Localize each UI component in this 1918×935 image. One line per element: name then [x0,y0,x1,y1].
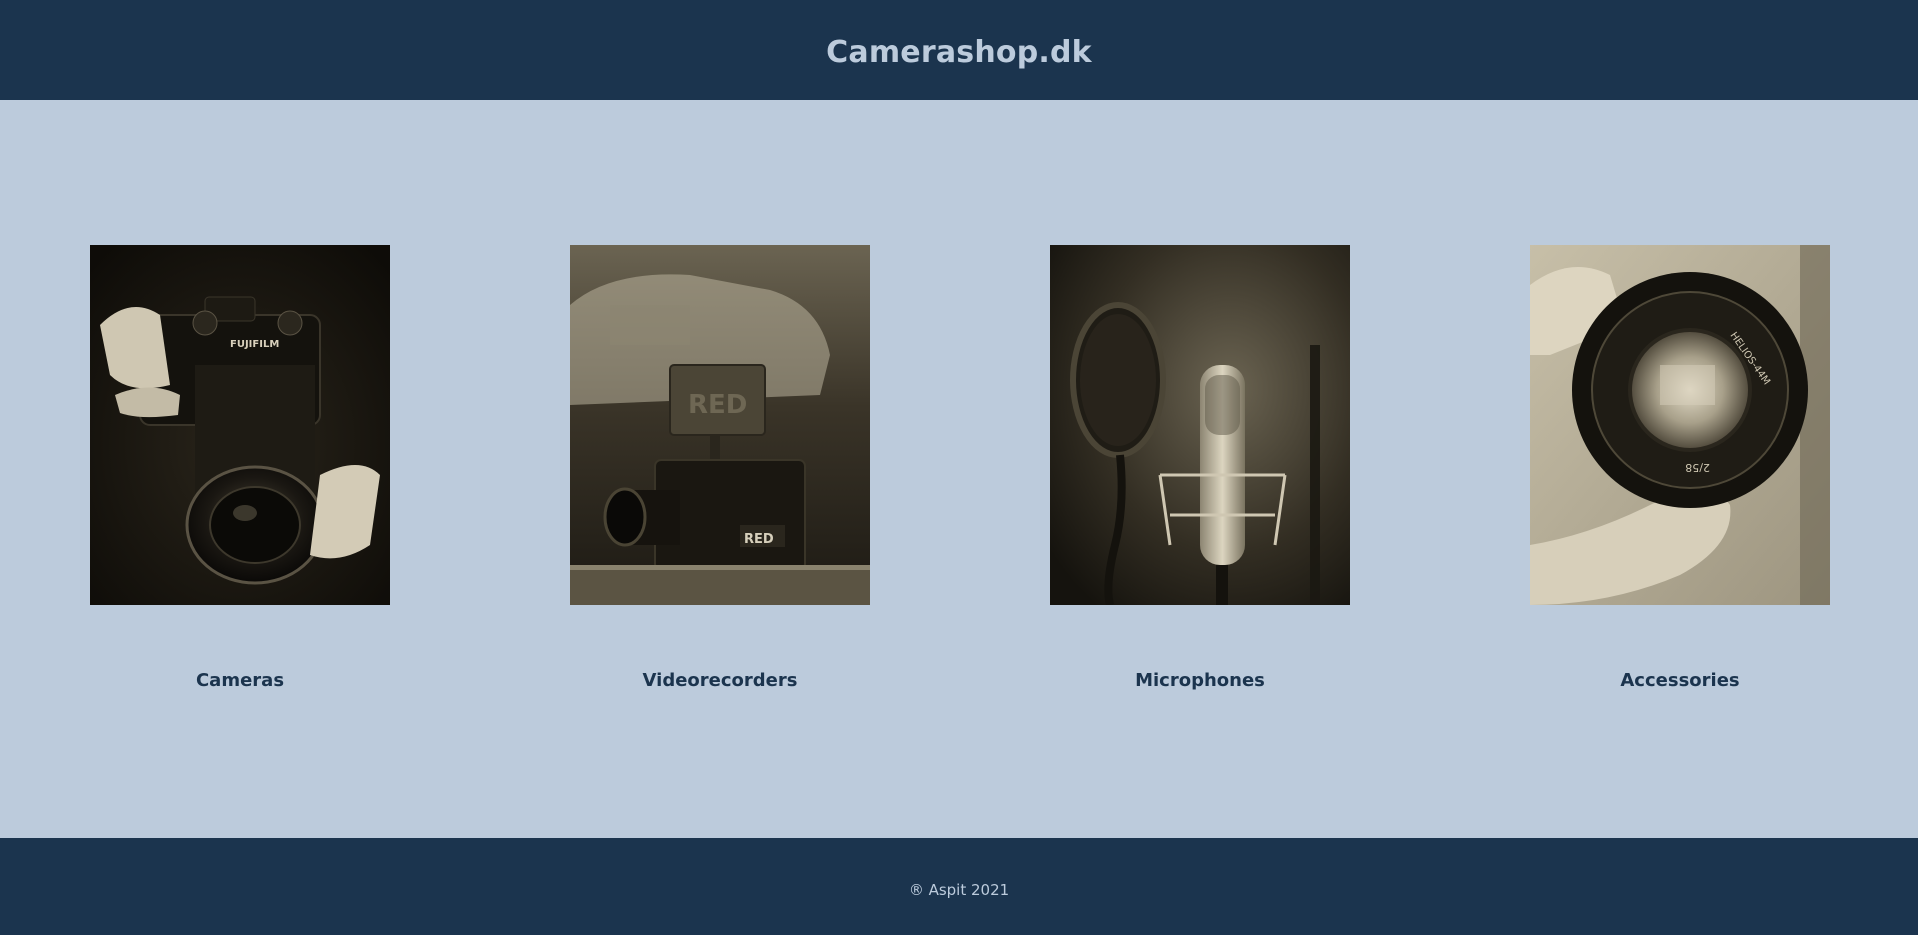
category-card-microphones[interactable]: Microphones [1050,245,1350,691]
cinema-camera-photo[interactable]: RED RED [570,245,870,605]
category-label[interactable]: Accessories [1620,670,1739,691]
category-card-cameras[interactable]: FUJIFILM Cameras [90,245,390,691]
svg-text:RED: RED [744,532,774,547]
camera-photo-image: FUJIFILM [90,245,390,605]
cinema-camera-photo-image: RED RED [570,245,870,605]
svg-text:FUJIFILM: FUJIFILM [230,339,279,350]
site-title-link[interactable]: Camerashop.dk [826,35,1092,70]
svg-text:RED: RED [688,390,747,420]
category-card-videorecorders[interactable]: RED RED Videorecorders [570,245,870,691]
microphone-photo-image [1050,245,1350,605]
category-grid: FUJIFILM Cameras RED RED Videorecorders … [0,100,1918,838]
category-label[interactable]: Cameras [196,670,284,691]
lens-photo[interactable]: HELIOS-44M 2/58 [1530,245,1830,605]
site-header: Camerashop.dk [0,0,1918,100]
camera-photo[interactable]: FUJIFILM [90,245,390,605]
category-card-accessories[interactable]: HELIOS-44M 2/58 Accessories [1530,245,1830,691]
category-label[interactable]: Microphones [1135,670,1265,691]
microphone-photo[interactable] [1050,245,1350,605]
category-label[interactable]: Videorecorders [643,670,798,691]
lens-photo-image: HELIOS-44M 2/58 [1530,245,1830,605]
copyright-text: ® Aspit 2021 [908,880,1010,899]
site-footer: ® Aspit 2021 [0,838,1918,935]
svg-text:2/58: 2/58 [1685,461,1710,474]
